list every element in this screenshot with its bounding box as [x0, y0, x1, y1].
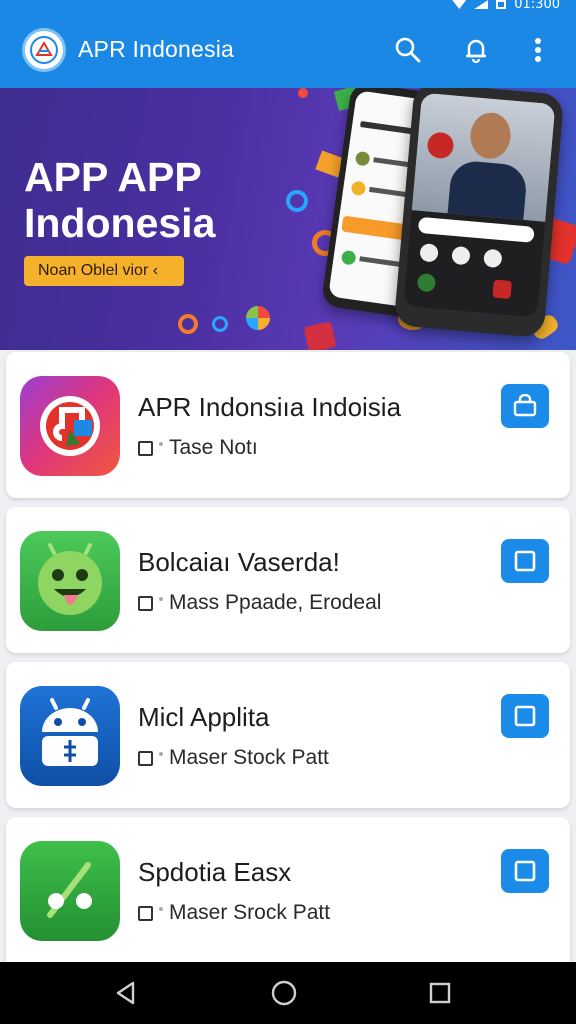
bullet-dot [159, 597, 163, 601]
app-name: Spdotia Easx [138, 857, 292, 887]
app-meta: Maser Srock Patt [138, 901, 330, 925]
checkbox-icon [138, 595, 153, 611]
notifications-icon[interactable] [460, 34, 492, 66]
more-vert-icon[interactable] [522, 34, 554, 66]
confetti-ring-icon [286, 190, 308, 212]
app-title: APR Indonesia [78, 36, 235, 62]
signal-icon [452, 0, 467, 9]
phone-right-illustration [393, 88, 565, 339]
app-card[interactable]: Spdotia Easx Maser Srock Patt [6, 817, 570, 962]
banner-title: APP APP Indonesia [24, 154, 215, 246]
music-note-app-icon [20, 376, 120, 476]
cell-icon [474, 0, 489, 9]
app-card[interactable]: Bolcaiaı Vaserda! Mass Ppaade, Erodeal [6, 507, 570, 653]
app-name: APR Indonsiıa Indoisia [138, 392, 402, 422]
banner-cta-button[interactable]: Noan Oblel vior ‹ [24, 256, 184, 286]
battery-icon [496, 0, 507, 9]
status-time: 01:300 [514, 0, 560, 12]
home-icon[interactable] [268, 977, 300, 1009]
app-meta-text: Maser Srock Patt [169, 901, 331, 924]
checkbox-icon [138, 905, 153, 921]
back-icon[interactable] [110, 977, 142, 1009]
percent-app-icon [20, 841, 120, 941]
square-icon[interactable] [501, 539, 549, 583]
app-logo-icon [22, 28, 66, 72]
promo-banner[interactable]: APP APP Indonesia Noan Oblel vior ‹ [0, 88, 576, 350]
checkbox-icon [138, 440, 153, 456]
android-robot-app-icon [20, 686, 120, 786]
app-meta-text: Tase Notı [169, 436, 258, 459]
system-nav-bar [0, 962, 576, 1024]
app-card[interactable]: APR Indonsiıa Indoisia Tase Notı [6, 352, 570, 498]
app-meta: Tase Notı [138, 436, 258, 460]
app-name: Bolcaiaı Vaserda! [138, 547, 340, 577]
square-icon[interactable] [501, 694, 549, 738]
app-meta: Maser Stock Patt [138, 746, 329, 770]
android-face-app-icon [20, 531, 120, 631]
bullet-dot [159, 442, 163, 446]
recents-icon[interactable] [424, 977, 456, 1009]
chrome-like-icon [246, 306, 270, 330]
bullet-dot [159, 752, 163, 756]
app-meta: Mass Ppaade, Erodeal [138, 591, 381, 615]
search-icon[interactable] [392, 34, 424, 66]
app-card[interactable]: Micl Applita Maser Stock Patt [6, 662, 570, 808]
shopping-bag-icon[interactable] [501, 384, 549, 428]
app-meta-text: Maser Stock Patt [169, 746, 329, 769]
status-bar: 01:300 [0, 0, 576, 12]
app-meta-text: Mass Ppaade, Erodeal [169, 591, 382, 614]
app-bar: APR Indonesia [0, 12, 576, 88]
banner-title-line2: Indonesia [24, 200, 216, 246]
banner-title-line1: APP APP [24, 154, 202, 200]
bullet-dot [159, 907, 163, 911]
app-name: Micl Applita [138, 702, 270, 732]
confetti-shape-icon [303, 321, 337, 350]
confetti-ring-icon [178, 314, 198, 334]
square-icon[interactable] [501, 849, 549, 893]
checkbox-icon [138, 750, 153, 766]
confetti-dot-icon [298, 88, 308, 98]
confetti-ring-icon [212, 316, 228, 332]
